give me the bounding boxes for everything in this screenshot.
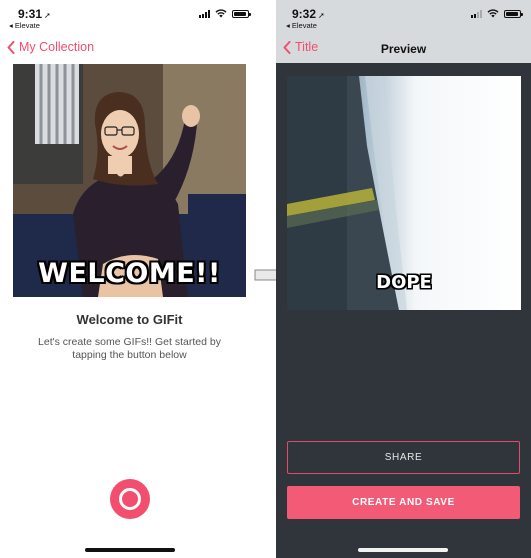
signal-icon [471,9,482,18]
preview-gif: DOPE [287,76,521,310]
navigation-bar: My Collection [0,35,259,63]
status-time-text: 9:32 [292,7,317,21]
preview-screen: 9:32 ➚ ◂ Elevate Title Preview DOPE SHAR… [276,0,531,558]
screenshot-stage: 9:31 ➚ ◂ Elevate My Collection WELCOME!!… [0,0,531,558]
status-icons [471,9,523,18]
back-to-app-link[interactable]: ◂ Elevate [286,21,317,30]
home-indicator[interactable] [85,548,175,552]
welcome-gif: WELCOME!! [13,64,246,297]
signal-icon [199,9,210,18]
gif-caption: WELCOME!! [38,258,221,289]
battery-icon [504,9,523,18]
welcome-title: Welcome to GIFit [76,312,183,327]
create-gif-button[interactable] [110,479,150,519]
status-time: 9:31 ➚ [18,7,51,21]
battery-icon [232,9,251,18]
wifi-icon [487,9,499,18]
wifi-icon [215,9,227,18]
record-icon [119,488,141,510]
welcome-description: Let's create some GIFs!! Get started by … [38,336,221,361]
back-button-label: My Collection [19,40,95,54]
home-indicator[interactable] [358,548,448,552]
page-title: Preview [380,42,427,56]
welcome-screen: 9:31 ➚ ◂ Elevate My Collection WELCOME!!… [0,0,259,558]
my-collection-back-button[interactable]: My Collection [7,40,94,54]
status-bar: 9:32 ➚ ◂ Elevate [276,0,531,34]
status-icons [199,9,251,18]
navigation-bar: Title Preview [276,34,531,63]
location-arrow-icon: ➚ [318,11,325,20]
gif-caption: DOPE [376,272,432,293]
status-bar: 9:31 ➚ ◂ Elevate [0,0,259,34]
share-button[interactable]: SHARE [287,441,520,474]
status-time: 9:32 ➚ [292,7,325,21]
back-to-app-link[interactable]: ◂ Elevate [9,21,40,30]
status-time-text: 9:31 [18,7,43,21]
chevron-left-icon [7,40,15,54]
location-arrow-icon: ➚ [44,11,51,20]
create-and-save-button[interactable]: CREATE AND SAVE [287,486,520,519]
